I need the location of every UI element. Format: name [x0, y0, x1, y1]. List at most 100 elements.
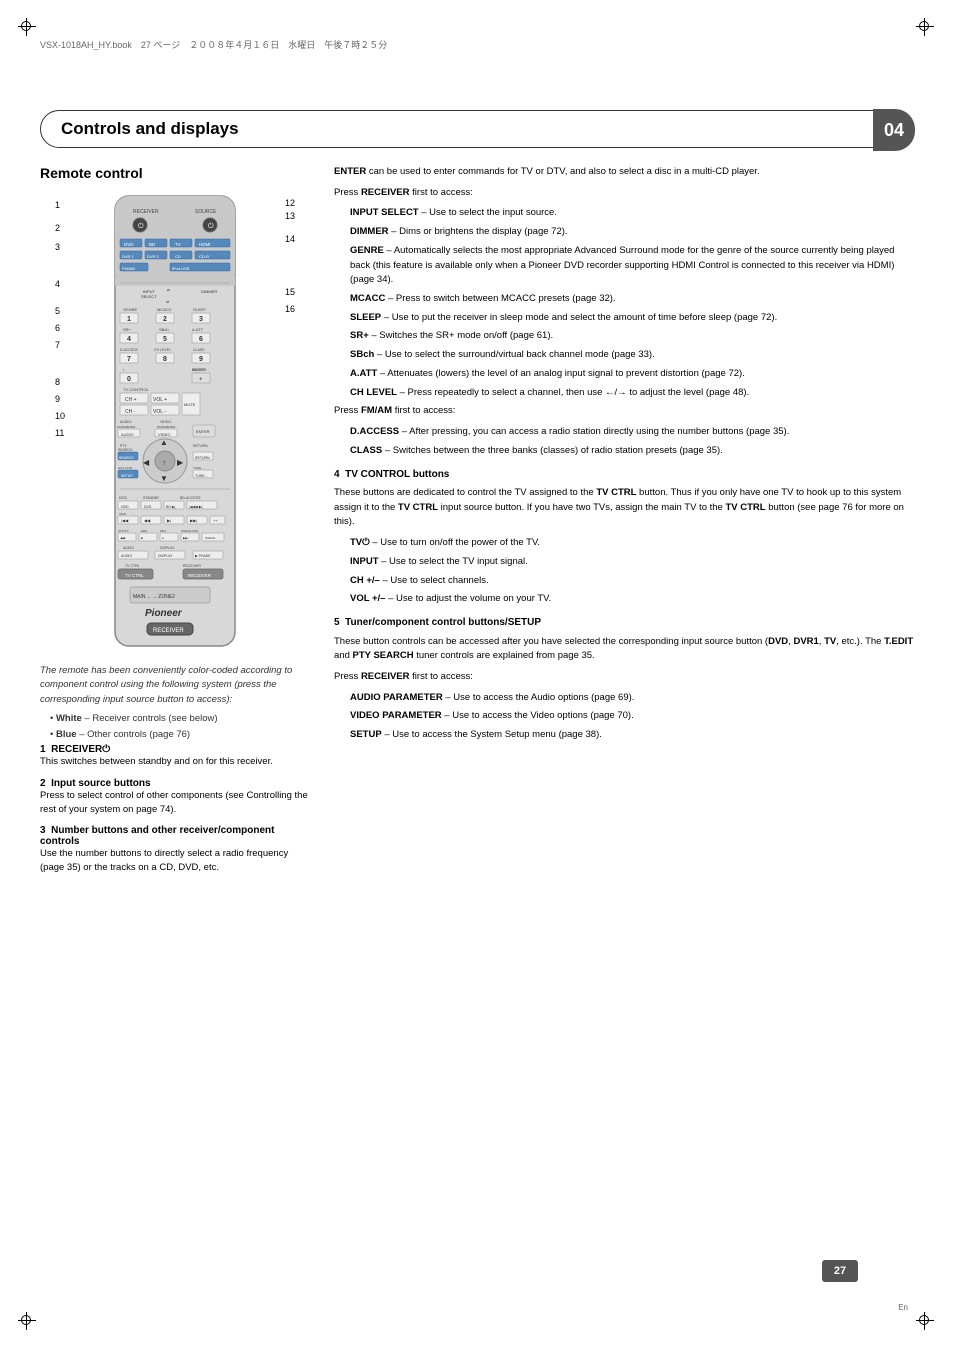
- aatt-label: A.ATT: [350, 368, 377, 379]
- dimmer-label: DIMMER: [350, 226, 389, 237]
- svg-text:▶▶|: ▶▶|: [190, 518, 197, 523]
- svg-text:8: 8: [163, 356, 167, 363]
- callout-4: 4: [55, 280, 65, 289]
- svg-text:◀◀: ◀◀: [144, 518, 151, 523]
- content-area: Remote control 1 2 3 4 5 6 7 8 9 10 11 1…: [40, 165, 914, 1290]
- remote-caption-text: The remote has been conveniently color-c…: [40, 664, 310, 742]
- svg-text:RECEIVER: RECEIVER: [133, 209, 159, 215]
- class-label: CLASS: [350, 445, 382, 456]
- svg-text:SLEEP: SLEEP: [193, 307, 206, 312]
- svg-text:0: 0: [127, 376, 131, 383]
- callout-2: 2: [55, 224, 65, 233]
- svg-text:PARAMETER: PARAMETER: [157, 425, 176, 429]
- left-column: Remote control 1 2 3 4 5 6 7 8 9 10 11 1…: [40, 165, 310, 1290]
- chlevel-label: CH LEVEL: [350, 387, 397, 398]
- svg-text:AUDIO: AUDIO: [123, 546, 134, 550]
- callout-8: 8: [55, 378, 65, 387]
- press-receiver-1: Press RECEIVER first to access:: [334, 186, 914, 201]
- svg-text:DVD: DVD: [144, 505, 152, 509]
- setup-item: SETUP – Use to access the System Setup m…: [350, 728, 914, 743]
- enter-label: ENTER: [334, 166, 366, 177]
- svg-text:◀: ◀: [143, 458, 150, 467]
- videoparam-item: VIDEO PARAMETER – Use to access the Vide…: [350, 709, 914, 724]
- tvvol-label: VOL +/–: [350, 593, 385, 604]
- videoparam-label: VIDEO PARAMETER: [350, 710, 442, 721]
- press-receiver-2: Press RECEIVER first to access:: [334, 670, 914, 685]
- svg-text:VOL -: VOL -: [153, 409, 166, 415]
- section-title-remote: Remote control: [40, 165, 310, 181]
- svg-text:CH +: CH +: [125, 397, 137, 403]
- svg-text:SIGNAL/SGL: SIGNAL/SGL: [181, 529, 199, 533]
- sleep-label: SLEEP: [350, 312, 381, 323]
- svg-text:iPod USB: iPod USB: [172, 266, 190, 271]
- svg-text:2: 2: [163, 316, 167, 323]
- input-select-label: INPUT SELECT: [350, 207, 419, 218]
- daccess-label: D.ACCESS: [350, 426, 399, 437]
- class-item: CLASS – Switches between the three banks…: [350, 444, 914, 459]
- svg-text:MFX: MFX: [160, 529, 166, 533]
- svg-text:DIMMER: DIMMER: [201, 289, 217, 294]
- remote-body: RECEIVER SOURCE ⏻ ⏻ DVD BD TV HDMI: [105, 191, 245, 654]
- aatt-item: A.ATT – Attenuates (lowers) the level of…: [350, 367, 914, 382]
- callout-5: 5: [55, 307, 65, 316]
- svg-text:+: +: [199, 377, 203, 383]
- header-bar: Controls and displays 04: [40, 110, 914, 148]
- callout-3: 3: [55, 243, 65, 252]
- svg-text:↑: ↑: [162, 458, 166, 467]
- callout-14: 14: [285, 235, 295, 244]
- section-1: 1 RECEIVER⏻ This switches between standb…: [40, 744, 310, 769]
- svg-text:●: ●: [162, 536, 164, 540]
- tvch-label: CH +/–: [350, 575, 380, 586]
- svg-text:▲: ▲: [160, 438, 168, 447]
- svg-text:STANDBY: STANDBY: [143, 496, 160, 500]
- callout-15: 15: [285, 288, 295, 297]
- callout-13: 13: [285, 212, 295, 221]
- srplus-item: SR+ – Switches the SR+ mode on/off (page…: [350, 329, 914, 344]
- svg-text:6: 6: [199, 336, 203, 343]
- svg-text:DVR 2: DVR 2: [147, 254, 160, 259]
- section-2-title: 2 Input source buttons: [40, 778, 310, 789]
- svg-text:HDMI: HDMI: [199, 242, 211, 247]
- dimmer-item: DIMMER – Dims or brightens the display (…: [350, 225, 914, 240]
- svg-text:CH -: CH -: [125, 409, 136, 415]
- svg-text:MAIN ←→ ZONE2: MAIN ←→ ZONE2: [133, 594, 175, 600]
- svg-text:CD: CD: [175, 254, 181, 259]
- svg-text:SEARCH: SEARCH: [118, 448, 133, 452]
- callout-left: 1 2 3 4 5 6 7 8 9 10 11: [55, 201, 65, 438]
- svg-text:▶▶|: ▶▶|: [183, 536, 189, 540]
- svg-text:|◀◀: |◀◀: [121, 518, 129, 523]
- svg-text:TV CTRL: TV CTRL: [125, 573, 144, 578]
- sbch-item: SBch – Use to select the surround/virtua…: [350, 348, 914, 363]
- svg-text:RETURN: RETURN: [193, 444, 208, 448]
- svg-text:▶ PHASE: ▶ PHASE: [195, 554, 211, 558]
- input-select-item: INPUT SELECT – Use to select the input s…: [350, 206, 914, 221]
- svg-text:BD-ACCESS: BD-ACCESS: [180, 496, 201, 500]
- meta-line: VSX-1018AH_HY.book 27 ページ ２００８年４月１６日 水曜日…: [40, 38, 387, 51]
- corner-mark-tr: [916, 18, 936, 38]
- svg-text:FM/AM: FM/AM: [122, 266, 135, 271]
- svg-text:⏻: ⏻: [138, 222, 144, 230]
- page-title: Controls and displays: [61, 119, 239, 139]
- mcacc-item: MCACC – Press to switch between MCACC pr…: [350, 292, 914, 307]
- tvinput-label: INPUT: [350, 556, 379, 567]
- genre-label: GENRE: [350, 245, 384, 256]
- svg-text:CH LEVEL: CH LEVEL: [154, 348, 171, 352]
- svg-text:TV CONTROL: TV CONTROL: [123, 387, 150, 392]
- section-3-body: Use the number buttons to directly selec…: [40, 847, 310, 876]
- svg-text:Pioneer: Pioneer: [145, 608, 183, 619]
- svg-text:RECEIVER: RECEIVER: [183, 564, 201, 568]
- corner-mark-tl: [18, 18, 38, 38]
- svg-text:iPod CTRL: iPod CTRL: [118, 466, 133, 470]
- svg-text:VIDEO-: VIDEO-: [160, 420, 173, 424]
- svg-text:1: 1: [127, 316, 131, 323]
- section-2-body: Press to select control of other compone…: [40, 789, 310, 818]
- tvvol-item: VOL +/– – Use to adjust the volume on yo…: [350, 592, 914, 607]
- audioparam-label: AUDIO PARAMETER: [350, 692, 443, 703]
- svg-text:DISPLAY: DISPLAY: [160, 546, 175, 550]
- genre-item: GENRE – Automatically selects the most a…: [350, 244, 914, 288]
- svg-text:SKIP-: SKIP-: [119, 512, 127, 516]
- svg-text:GENRE: GENRE: [123, 307, 138, 312]
- corner-mark-bl: [18, 1312, 38, 1332]
- callout-10: 10: [55, 412, 65, 421]
- svg-text:SELECT: SELECT: [141, 294, 157, 299]
